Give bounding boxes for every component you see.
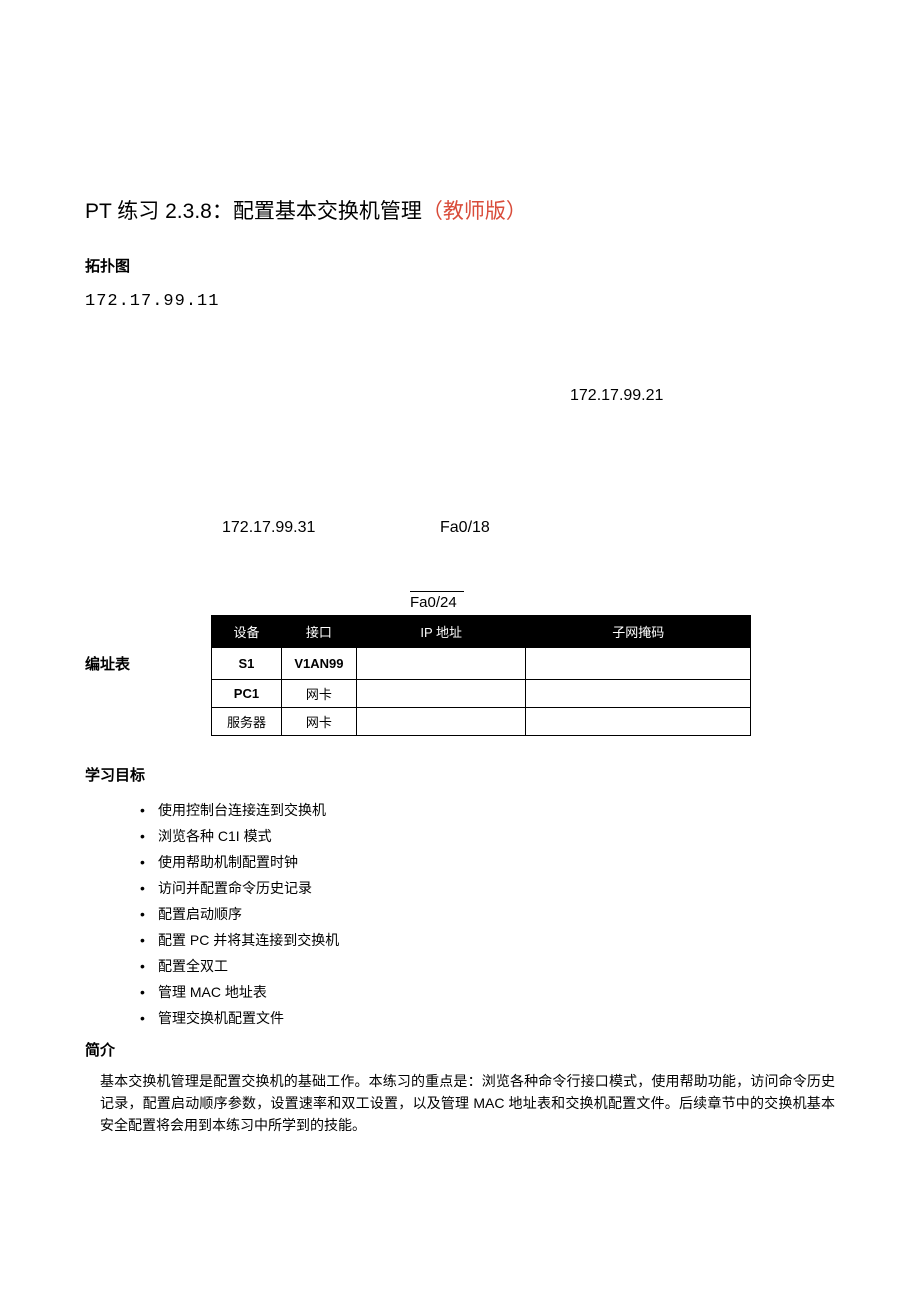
cell-device: S1 xyxy=(212,648,282,680)
learning-objectives-list: 使用控制台连接连到交换机 浏览各种 C1I 模式 使用帮助机制配置时钟 访问并配… xyxy=(140,797,835,1031)
title-instructor: （教师版） xyxy=(422,200,527,223)
list-item: 使用帮助机制配置时钟 xyxy=(140,849,835,875)
list-item: 访问并配置命令历史记录 xyxy=(140,875,835,901)
addressing-table-label: 编址表 xyxy=(85,615,211,674)
cell-ip xyxy=(356,648,526,680)
document-page: PT 练习 2.3.8：配置基本交换机管理（教师版） 拓扑图 172.17.99… xyxy=(0,0,920,1136)
header-ip: IP 地址 xyxy=(356,616,526,648)
header-mask: 子网掩码 xyxy=(526,616,751,648)
intro-text: 基本交换机管理是配置交换机的基础工作。本练习的重点是：浏览各种命令行接口模式，使… xyxy=(100,1070,835,1136)
cell-ip xyxy=(356,708,526,736)
ip-address-left2: 172.17.99.31 xyxy=(222,519,315,537)
list-item: 配置 PC 并将其连接到交换机 xyxy=(140,927,835,953)
interface-fa018: Fa0/18 xyxy=(440,519,490,537)
list-item: 配置启动顺序 xyxy=(140,901,835,927)
ip-address-top: 172.17.99.11 xyxy=(85,292,835,311)
table-row: 服务器 网卡 xyxy=(212,708,751,736)
cell-ip xyxy=(356,680,526,708)
cell-interface: 网卡 xyxy=(281,708,356,736)
table-header-row: 设备 接口 IP 地址 子网掩码 xyxy=(212,616,751,648)
cell-device: PC1 xyxy=(212,680,282,708)
list-item: 浏览各种 C1I 模式 xyxy=(140,823,835,849)
table-row: S1 V1AN99 xyxy=(212,648,751,680)
ip-address-right: 172.17.99.21 xyxy=(570,387,663,405)
list-item: 管理交换机配置文件 xyxy=(140,1005,835,1031)
cell-mask xyxy=(526,680,751,708)
header-device: 设备 xyxy=(212,616,282,648)
title-main: PT 练习 2.3.8：配置基本交换机管理 xyxy=(85,200,422,223)
cell-interface: 网卡 xyxy=(281,680,356,708)
topology-diagram: 172.17.99.21 172.17.99.31 Fa0/18 Fa0/24 xyxy=(85,327,835,607)
table-row: PC1 网卡 xyxy=(212,680,751,708)
header-interface: 接口 xyxy=(281,616,356,648)
cell-mask xyxy=(526,708,751,736)
list-item: 配置全双工 xyxy=(140,953,835,979)
intro-heading: 简介 xyxy=(85,1039,835,1060)
interface-fa024: Fa0/24 xyxy=(410,591,464,611)
list-item: 使用控制台连接连到交换机 xyxy=(140,797,835,823)
cell-mask xyxy=(526,648,751,680)
cell-device: 服务器 xyxy=(212,708,282,736)
addressing-section: 编址表 设备 接口 IP 地址 子网掩码 S1 V1AN99 PC1 xyxy=(85,615,835,736)
learning-objectives-heading: 学习目标 xyxy=(85,764,835,785)
topology-heading: 拓扑图 xyxy=(85,255,835,276)
cell-interface: V1AN99 xyxy=(281,648,356,680)
page-title: PT 练习 2.3.8：配置基本交换机管理（教师版） xyxy=(85,195,835,225)
list-item: 管理 MAC 地址表 xyxy=(140,979,835,1005)
addressing-table: 设备 接口 IP 地址 子网掩码 S1 V1AN99 PC1 网卡 xyxy=(211,615,751,736)
